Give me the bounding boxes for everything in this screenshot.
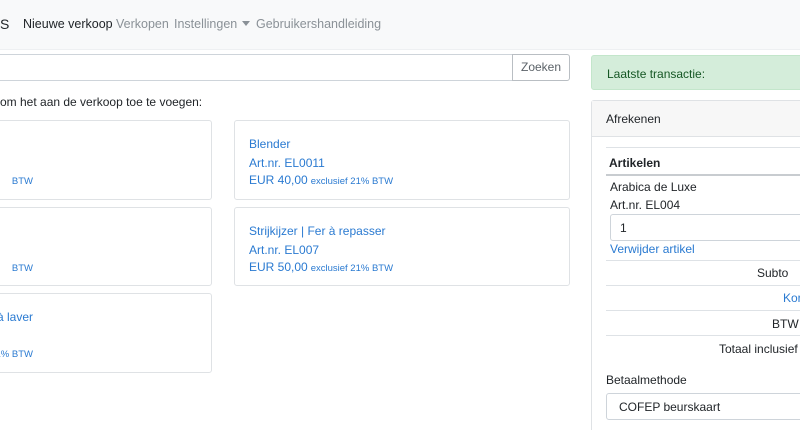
- divider: [606, 335, 800, 336]
- divider: [606, 174, 800, 176]
- navbar-brand[interactable]: S: [0, 16, 9, 32]
- search-input[interactable]: [0, 54, 513, 81]
- product-price: 1% BTW: [0, 346, 33, 360]
- checkout-header: Afrekenen: [592, 101, 800, 137]
- product-name[interactable]: Blender: [249, 137, 290, 151]
- product-price: EUR 50,00 exclusief 21% BTW: [249, 260, 393, 274]
- payment-method-select[interactable]: COFEP beurskaart: [606, 393, 800, 420]
- nav-link-sales[interactable]: Verkopen: [116, 17, 169, 31]
- product-tax-note: BTW: [11, 176, 33, 187]
- remove-item-link[interactable]: Verwijder artikel: [610, 242, 695, 256]
- divider: [606, 260, 800, 261]
- product-card[interactable]: Strijkijzer | Fer à repasser Art.nr. EL0…: [234, 207, 570, 286]
- nav-link-settings-label: Instellingen: [174, 17, 238, 31]
- product-card[interactable]: BTW: [0, 207, 212, 286]
- product-tax-note: exclusief 21% BTW: [310, 263, 394, 274]
- product-tax-note: exclusief 21% BTW: [310, 176, 394, 187]
- payment-method-label: Betaalmethode: [606, 373, 687, 387]
- product-price-value: EUR 40,00: [249, 173, 308, 187]
- quantity-input[interactable]: [610, 214, 800, 241]
- product-card[interactable]: BTW: [0, 120, 212, 200]
- chevron-down-icon: [242, 21, 251, 26]
- product-price: BTW: [9, 260, 33, 274]
- product-sku: Art.nr. EL007: [249, 243, 320, 257]
- subtotal-label: Subto: [757, 266, 789, 280]
- product-name[interactable]: e à laver: [0, 310, 33, 324]
- checkout-title: Afrekenen: [606, 112, 661, 126]
- product-tax-note: BTW: [11, 263, 33, 274]
- nav-link-new-sale[interactable]: Nieuwe verkoop: [23, 17, 113, 31]
- product-price: BTW: [9, 173, 33, 187]
- last-transaction-alert: Laatste transactie:: [591, 55, 800, 90]
- discount-link[interactable]: Kor: [783, 291, 800, 305]
- product-price: EUR 40,00 exclusief 21% BTW: [249, 173, 393, 187]
- instruction-text: om het aan de verkoop toe te voegen:: [0, 95, 203, 109]
- divider: [606, 147, 800, 148]
- vat-label: BTW 2: [772, 317, 800, 331]
- items-header: Artikelen: [609, 156, 661, 170]
- total-label: Totaal inclusief B: [719, 342, 800, 356]
- cart-item-sku: Art.nr. EL004: [610, 198, 681, 212]
- divider: [606, 285, 800, 286]
- product-name[interactable]: Strijkijzer | Fer à repasser: [249, 224, 385, 238]
- nav-link-user-manual[interactable]: Gebruikershandleiding: [256, 17, 381, 31]
- product-sku: Art.nr. EL0011: [249, 156, 325, 170]
- divider: [606, 310, 800, 311]
- navbar: S Nieuwe verkoop Verkopen Instellingen G…: [0, 0, 800, 50]
- product-card[interactable]: e à laver 1% BTW: [0, 293, 212, 373]
- last-transaction-text: Laatste transactie:: [607, 67, 706, 81]
- product-price-value: EUR 50,00: [249, 260, 308, 274]
- product-tax-note: 1% BTW: [0, 349, 33, 360]
- nav-link-settings[interactable]: Instellingen: [174, 17, 251, 31]
- search-button[interactable]: Zoeken: [512, 54, 570, 81]
- cart-item-name: Arabica de Luxe: [610, 180, 697, 194]
- product-card[interactable]: Blender Art.nr. EL0011 EUR 40,00 exclusie…: [234, 120, 570, 200]
